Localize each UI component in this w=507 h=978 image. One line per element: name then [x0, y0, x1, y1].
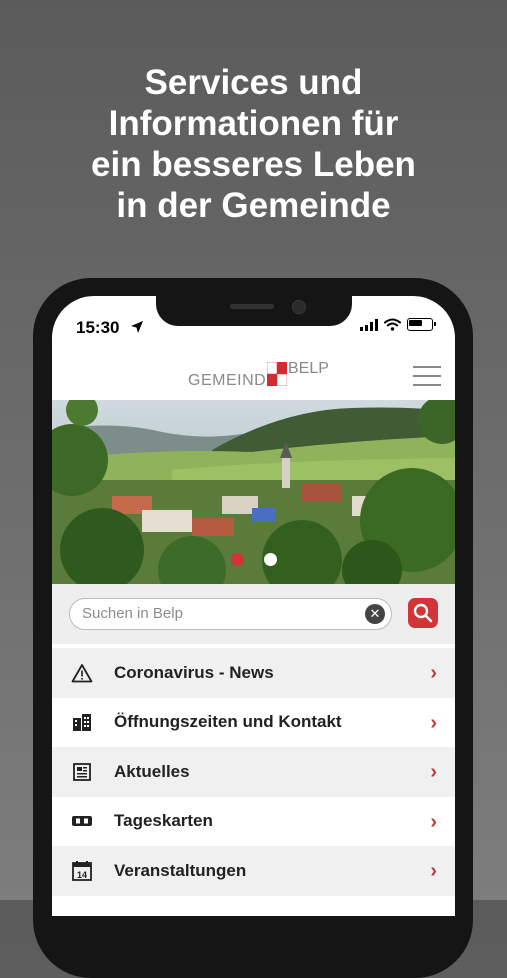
menu-item-veranstaltungen[interactable]: 14 Veranstaltungen › [52, 846, 455, 896]
menu-item-aktuelles[interactable]: Aktuelles › [52, 747, 455, 797]
carousel-dot[interactable] [263, 553, 277, 566]
search-button[interactable] [408, 598, 438, 628]
location-arrow-icon [131, 321, 143, 333]
wifi-icon [384, 318, 401, 331]
search-placeholder: Suchen in Belp [82, 605, 183, 622]
logo-text-gemeinde: GEMEINDE [188, 372, 278, 389]
status-icons [360, 318, 436, 331]
chevron-right-icon: › [430, 711, 437, 734]
chevron-right-icon: › [430, 662, 437, 684]
calendar-icon: 14 [70, 860, 94, 882]
status-time: 15:30 [76, 318, 120, 337]
carousel-indicators [52, 553, 455, 566]
warning-triangle-icon [70, 662, 94, 684]
carousel-dot-active[interactable] [230, 553, 244, 566]
menu-item-coronavirus-news[interactable]: Coronavirus - News › [52, 648, 455, 698]
buildings-icon [70, 711, 94, 733]
main-menu: Coronavirus - News › Öffnungszeiten und … [52, 648, 455, 896]
menu-item-label: Coronavirus - News [114, 662, 274, 682]
app-screen: 15:30 GEMEINDE BELP Suchen in Belp ✕ Cor… [52, 296, 455, 916]
menu-item-tageskarten[interactable]: Tageskarten › [52, 797, 455, 847]
menu-item-label: Öffnungszeiten und Kontakt [114, 712, 342, 732]
signal-icon [360, 318, 378, 331]
search-bar-area: Suchen in Belp ✕ [52, 584, 455, 644]
battery-icon [407, 318, 436, 331]
menu-item-label: Veranstaltungen [114, 860, 247, 880]
clear-search-icon[interactable]: ✕ [365, 604, 385, 624]
ticket-icon [70, 810, 94, 832]
newspaper-icon [70, 761, 94, 783]
chevron-right-icon: › [430, 860, 437, 882]
phone-notch [156, 296, 352, 326]
headline: Services und Informationen für ein besse… [91, 63, 416, 225]
search-icon [413, 603, 433, 623]
menu-item-label: Tageskarten [114, 811, 213, 831]
chevron-right-icon: › [430, 810, 437, 833]
menu-item-oeffnungszeiten[interactable]: Öffnungszeiten und Kontakt › [52, 698, 455, 748]
chevron-right-icon: › [430, 761, 437, 783]
hamburger-menu-icon[interactable] [413, 366, 441, 386]
coat-of-arms-icon [267, 362, 287, 386]
logo-text-belp: BELP [288, 360, 329, 377]
menu-item-label: Aktuelles [114, 761, 190, 781]
search-input[interactable]: Suchen in Belp ✕ [69, 598, 392, 630]
calendar-day-text: 14 [77, 870, 87, 880]
